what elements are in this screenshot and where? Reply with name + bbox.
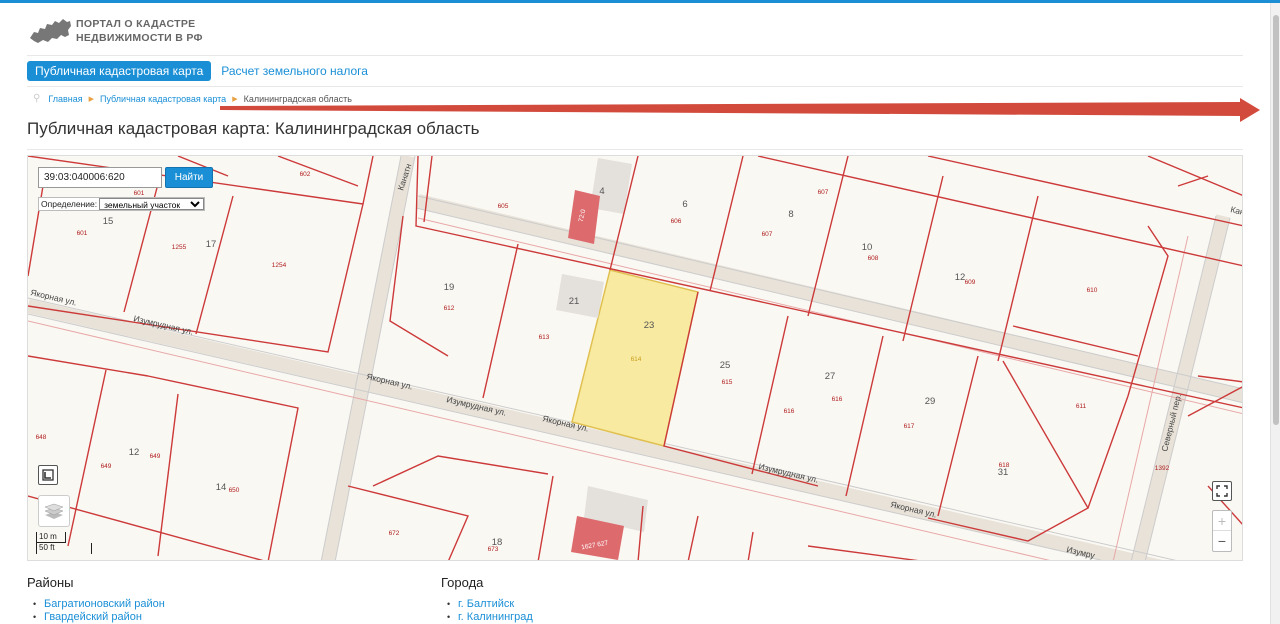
districts-heading: Районы: [27, 575, 74, 590]
nav-divider: [27, 86, 1243, 87]
map-canvas[interactable]: 15 17 19 21 23 25 27 29 31 4 6 8 10 12 1…: [28, 156, 1243, 561]
house-number: 8: [788, 209, 793, 220]
scrollbar-thumb[interactable]: [1273, 15, 1279, 425]
parcel-number: 649: [150, 453, 161, 460]
house-number: 6: [682, 199, 687, 210]
parcel-number: 602: [300, 171, 311, 178]
house-number: 25: [720, 360, 731, 371]
nav-link-land-tax[interactable]: Расчет земельного налога: [221, 64, 368, 78]
cadastral-map[interactable]: 15 17 19 21 23 25 27 29 31 4 6 8 10 12 1…: [27, 155, 1243, 561]
house-number: 27: [825, 371, 836, 382]
breadcrumb-home[interactable]: Главная: [48, 94, 82, 104]
scale-imperial: 50 ft: [36, 543, 92, 554]
layers-button[interactable]: [38, 495, 70, 527]
square-corner-icon: [42, 469, 54, 481]
fullscreen-button[interactable]: [1212, 481, 1232, 501]
map-scale: 10 m 50 ft: [36, 532, 92, 554]
city-link[interactable]: г. Калининград: [441, 611, 533, 624]
house-number: 17: [206, 239, 217, 250]
parcel-number: 673: [488, 546, 499, 553]
house-number: 12: [129, 447, 140, 458]
house-number: 19: [444, 282, 455, 293]
definition-label: Определение:: [41, 199, 98, 209]
page-title: Публичная кадастровая карта: Калининград…: [27, 119, 480, 138]
parcel-number: 1392: [1155, 465, 1170, 472]
map-mode-button[interactable]: [38, 465, 58, 485]
cities-column: Города г. Балтийск г. Калининград: [441, 575, 533, 623]
definition-select[interactable]: земельный участок: [99, 198, 205, 210]
site-logo[interactable]: ПОРТАЛ О КАДАСТРЕ НЕДВИЖИМОСТИ В РФ: [28, 16, 203, 46]
zoom-out-button[interactable]: −: [1213, 531, 1231, 551]
search-button[interactable]: Найти: [165, 167, 213, 188]
parcel-number: 614: [631, 356, 642, 363]
parcel-number: 601: [134, 190, 145, 197]
parcel-number: 611: [1076, 403, 1087, 410]
parcel-number: 616: [832, 396, 843, 403]
fullscreen-icon: [1216, 485, 1228, 497]
parcel-number: 615: [722, 379, 733, 386]
cadastral-number-input[interactable]: [38, 167, 162, 188]
logo-line-1: ПОРТАЛ О КАДАСТРЕ: [76, 18, 196, 30]
logo-text: ПОРТАЛ О КАДАСТРЕ НЕДВИЖИМОСТИ В РФ: [76, 17, 203, 45]
district-link[interactable]: Багратионовский район: [27, 598, 165, 611]
header-divider: [27, 55, 1243, 56]
house-number: 4: [599, 186, 604, 197]
district-link[interactable]: Гвардейский район: [27, 611, 165, 624]
parcel-number: 608: [868, 255, 879, 262]
breadcrumb-separator-icon: ▶: [88, 95, 94, 103]
zoom-control: + −: [1212, 510, 1232, 552]
breadcrumb-cadastral-map[interactable]: Публичная кадастровая карта: [100, 94, 226, 104]
parcel-number: 672: [389, 530, 400, 537]
parcel-number: 1255: [172, 244, 187, 251]
parcel-number: 610: [1087, 287, 1098, 294]
nav-tab-cadastral-map[interactable]: Публичная кадастровая карта: [27, 61, 212, 81]
parcel-number: 650: [229, 487, 240, 494]
definition-row: Определение: земельный участок: [38, 197, 206, 211]
parcel-number: 616: [784, 408, 795, 415]
street-label: Кан: [1230, 204, 1243, 217]
house-number: 14: [216, 482, 227, 493]
russia-map-icon: [30, 19, 71, 43]
scale-metric: 10 m: [36, 532, 66, 543]
house-number: 10: [862, 242, 873, 253]
parcel-number: 613: [539, 334, 550, 341]
cadastral-search: Найти: [38, 167, 213, 188]
parcel-number: 606: [671, 218, 682, 225]
top-accent-bar: [0, 0, 1280, 3]
parcel-number: 607: [762, 231, 773, 238]
house-number: 21: [569, 296, 580, 307]
house-number: 29: [925, 396, 936, 407]
layers-icon: [44, 503, 64, 519]
house-number: 15: [103, 216, 114, 227]
main-nav: Публичная кадастровая карта Расчет земел…: [27, 61, 368, 81]
parcel-number: 618: [999, 462, 1010, 469]
page-scrollbar[interactable]: [1270, 3, 1280, 624]
city-link[interactable]: г. Балтийск: [441, 598, 533, 611]
parcel-number: 601: [77, 230, 88, 237]
zoom-in-button[interactable]: +: [1213, 511, 1231, 531]
logo-line-2: НЕДВИЖИМОСТИ В РФ: [76, 32, 203, 44]
cities-heading: Города: [441, 575, 484, 590]
parcel-number: 649: [101, 463, 112, 470]
house-number: 23: [644, 320, 655, 331]
parcel-number: 648: [36, 434, 47, 441]
parcel-number: 607: [818, 189, 829, 196]
parcel-number: 1254: [272, 262, 287, 269]
districts-column: Районы Багратионовский район Гвардейский…: [27, 575, 165, 623]
parcel-number: 609: [965, 279, 976, 286]
title-divider: [27, 149, 1243, 150]
parcel-number: 612: [444, 305, 455, 312]
parcel-number: 617: [904, 423, 915, 430]
location-pin-icon: ⚲: [33, 93, 41, 104]
parcel-number: 605: [498, 203, 509, 210]
